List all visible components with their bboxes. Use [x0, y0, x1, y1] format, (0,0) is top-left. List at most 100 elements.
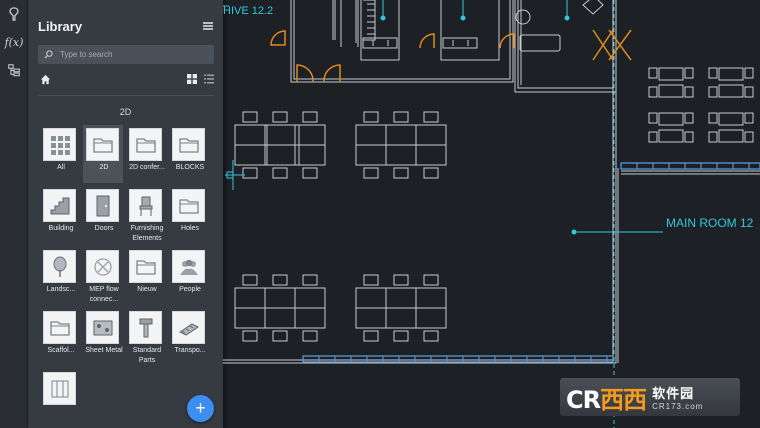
furniture-shape	[264, 124, 296, 146]
furniture-shape	[658, 129, 684, 143]
furniture-shape	[658, 67, 684, 81]
furniture-shape	[658, 84, 684, 98]
furniture-shape	[234, 307, 266, 329]
mep-icon	[86, 250, 119, 283]
furniture-shape	[363, 330, 379, 342]
furniture-shape	[718, 67, 744, 81]
furniture-shape	[718, 84, 744, 98]
search-input[interactable]	[60, 50, 210, 59]
library-tile-all[interactable]: All	[40, 125, 80, 183]
library-tile-label: Doors	[94, 225, 114, 232]
library-tile-label: Nieuw	[137, 286, 157, 293]
furniture-shape	[242, 167, 258, 179]
library-tile-label: BLOCKS	[175, 164, 205, 171]
watermark-cn: 软件园	[652, 387, 695, 402]
library-tile-landscape[interactable]: Landsc...	[40, 247, 80, 305]
furniture-shape	[423, 274, 439, 286]
search-icon	[44, 50, 53, 59]
library-tile-sheet-metal[interactable]: Sheet Metal	[83, 308, 123, 366]
watermark-url: CR173.com	[652, 402, 704, 411]
door-icon	[86, 189, 119, 222]
furniture-shape	[393, 330, 409, 342]
folder-icon	[129, 250, 162, 283]
watermark-brand: CR西西	[566, 385, 647, 414]
sheet-metal-icon	[86, 311, 119, 344]
furniture-shape	[355, 287, 387, 309]
furniture-shape	[393, 274, 409, 286]
library-tile-label: All	[57, 164, 65, 171]
list-view-icon[interactable]	[204, 74, 214, 84]
furniture-shape	[355, 307, 387, 329]
furniture-shape	[294, 307, 326, 329]
library-tile-label: Holes	[181, 225, 199, 232]
furniture-shape	[684, 67, 694, 79]
furniture-shape	[272, 167, 288, 179]
furniture-shape	[718, 112, 744, 126]
furniture-shape	[708, 67, 718, 79]
room-label-archive: HIVE 12.2	[223, 5, 273, 17]
library-header: Library	[38, 17, 213, 35]
furniture-shape	[272, 274, 288, 286]
watermark-logo: CR西西 软件园 CR173.com	[560, 378, 740, 416]
library-tile-label: MEP flow connec...	[89, 286, 119, 303]
tree-icon	[43, 250, 76, 283]
library-tile-transport[interactable]: Transpo...	[169, 308, 209, 366]
library-tile-label: Standard Parts	[132, 347, 162, 364]
bolt-icon	[129, 311, 162, 344]
furniture-shape	[648, 67, 658, 79]
drawing-canvas[interactable]: HIVE 12.2 MAIN ROOM 12	[223, 0, 760, 428]
furniture-shape	[385, 144, 417, 166]
furniture-shape	[355, 124, 387, 146]
furniture-shape	[302, 167, 318, 179]
section-title: 2D	[119, 107, 132, 117]
grid-view-icon[interactable]	[187, 74, 197, 84]
library-tile-holes[interactable]: Holes	[169, 186, 209, 244]
home-icon[interactable]	[40, 74, 51, 85]
furniture-shape	[744, 86, 754, 98]
library-tile-label: Transpo...	[174, 347, 206, 354]
furniture-shape	[302, 274, 318, 286]
furniture-shape	[355, 144, 387, 166]
add-button[interactable]: +	[187, 395, 214, 422]
library-tile-people[interactable]: People	[169, 247, 209, 305]
furniture-shape	[385, 307, 417, 329]
furniture-shape	[648, 86, 658, 98]
library-tile-blocks[interactable]: BLOCKS	[169, 125, 209, 183]
library-tile-label: Landsc...	[46, 286, 76, 293]
folder-icon	[86, 128, 119, 161]
library-tile-2d[interactable]: 2D	[83, 125, 123, 183]
furniture-shape	[415, 144, 447, 166]
divider	[38, 95, 214, 96]
library-tile-doors[interactable]: Doors	[83, 186, 123, 244]
hamburger-menu-icon[interactable]	[203, 22, 213, 30]
conveyor-icon	[172, 311, 205, 344]
furniture-shape	[684, 86, 694, 98]
furniture-shape	[264, 144, 296, 166]
library-tile-mep[interactable]: MEP flow connec...	[83, 247, 123, 305]
furniture-shape	[393, 111, 409, 123]
function-icon[interactable]: f(x)	[0, 28, 28, 56]
library-tile-label: Building	[48, 225, 74, 232]
library-tile-building[interactable]: Building	[40, 186, 80, 244]
library-search[interactable]	[38, 45, 214, 64]
furniture-shape	[708, 112, 718, 124]
library-tile-furnishing[interactable]: Furnishing Elements	[126, 186, 166, 244]
furniture-shape	[385, 124, 417, 146]
library-tile-scaffold[interactable]: Scaffol...	[40, 308, 80, 366]
library-tile-label: People	[179, 286, 201, 293]
view-toggle	[187, 74, 214, 84]
furniture-shape	[684, 131, 694, 143]
library-tile-standard-parts[interactable]: Standard Parts	[126, 308, 166, 366]
furniture-shape	[272, 111, 288, 123]
furniture-shape	[648, 112, 658, 124]
library-tile-more[interactable]	[40, 369, 80, 427]
layers-tree-icon[interactable]	[0, 56, 28, 84]
library-tile-nieuw[interactable]: Nieuw	[126, 247, 166, 305]
library-tile-2d-conference[interactable]: 2D confer...	[126, 125, 166, 183]
furniture-shape	[234, 144, 266, 166]
furniture-shape	[272, 330, 288, 342]
furniture-shape	[242, 274, 258, 286]
stairs-icon	[43, 189, 76, 222]
pin-icon[interactable]	[0, 0, 28, 28]
furniture-shape	[264, 287, 296, 309]
